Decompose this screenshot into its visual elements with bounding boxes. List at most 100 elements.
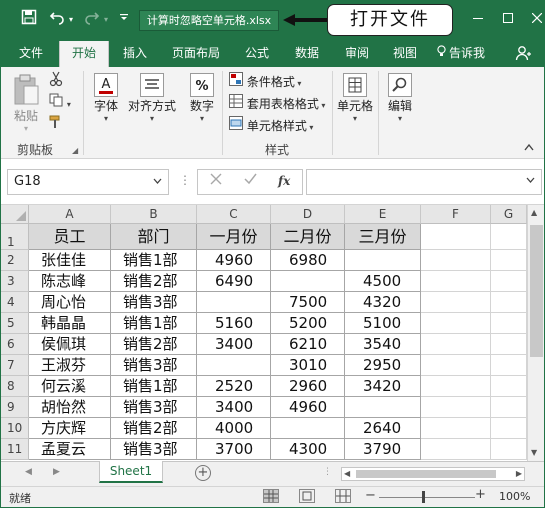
row-header-9[interactable]: 9: [1, 397, 29, 418]
table-cell[interactable]: 销售3部: [111, 439, 197, 460]
cell[interactable]: [421, 224, 491, 250]
table-cell[interactable]: 销售2部: [111, 418, 197, 439]
zoom-out-icon[interactable]: −: [365, 488, 376, 503]
table-header-cell[interactable]: 部门: [111, 224, 197, 250]
cell[interactable]: [421, 418, 491, 439]
table-cell[interactable]: 销售3部: [111, 292, 197, 313]
insert-function-icon[interactable]: fx: [278, 174, 290, 188]
table-cell[interactable]: 4500: [345, 271, 421, 292]
cell[interactable]: [491, 418, 527, 439]
column-header-g[interactable]: G: [491, 205, 527, 224]
table-cell[interactable]: 孟夏云: [29, 439, 111, 460]
table-header-cell[interactable]: 二月份: [271, 224, 345, 250]
zoom-slider[interactable]: [379, 497, 475, 498]
table-cell[interactable]: 3700: [197, 439, 271, 460]
minimize-button[interactable]: [463, 7, 493, 33]
cell[interactable]: [491, 334, 527, 355]
table-cell[interactable]: 3540: [345, 334, 421, 355]
table-cell[interactable]: 销售2部: [111, 334, 197, 355]
table-cell[interactable]: 2520: [197, 376, 271, 397]
scroll-down-icon[interactable]: ▼: [531, 448, 537, 457]
table-cell[interactable]: 3400: [197, 397, 271, 418]
cell-styles-button[interactable]: 单元格样式 ▾: [229, 116, 313, 136]
paste-button[interactable]: 粘贴 ▾: [9, 73, 43, 133]
table-cell[interactable]: 王淑芬: [29, 355, 111, 376]
table-cell[interactable]: 胡怡然: [29, 397, 111, 418]
resize-grip-icon[interactable]: ⋮: [179, 173, 191, 187]
cells-button[interactable]: 单元格 ▾: [335, 73, 375, 123]
formula-input[interactable]: [306, 169, 542, 195]
table-cell[interactable]: 销售2部: [111, 271, 197, 292]
table-cell[interactable]: 4000: [197, 418, 271, 439]
cancel-icon[interactable]: [210, 173, 222, 189]
row-header-3[interactable]: 3: [1, 271, 29, 292]
tab-view[interactable]: 视图: [383, 39, 427, 67]
zoom-in-icon[interactable]: +: [475, 487, 486, 502]
table-cell[interactable]: [197, 355, 271, 376]
scroll-up-icon[interactable]: ▲: [531, 208, 537, 217]
table-cell[interactable]: [197, 292, 271, 313]
tab-split-icon[interactable]: ⋮: [323, 467, 332, 477]
cell[interactable]: [421, 334, 491, 355]
table-cell[interactable]: 销售1部: [111, 313, 197, 334]
horizontal-scrollbar[interactable]: ◀ ▶: [341, 467, 525, 481]
table-header-cell[interactable]: 三月份: [345, 224, 421, 250]
prev-sheet-icon[interactable]: ◀: [25, 467, 32, 477]
save-icon[interactable]: [21, 9, 37, 31]
undo-icon[interactable]: [49, 9, 65, 31]
table-cell[interactable]: 3400: [197, 334, 271, 355]
table-cell[interactable]: 4300: [271, 439, 345, 460]
cell[interactable]: [421, 292, 491, 313]
row-header-6[interactable]: 6: [1, 334, 29, 355]
redo-dropdown-icon[interactable]: ▾: [102, 9, 110, 31]
table-cell[interactable]: 销售1部: [111, 376, 197, 397]
add-sheet-icon[interactable]: +: [195, 465, 211, 481]
table-cell[interactable]: 侯佩琪: [29, 334, 111, 355]
table-cell[interactable]: 方庆辉: [29, 418, 111, 439]
column-header-b[interactable]: B: [111, 205, 197, 224]
name-box[interactable]: G18: [7, 169, 169, 195]
table-cell[interactable]: 4320: [345, 292, 421, 313]
expand-formula-icon[interactable]: [526, 176, 535, 186]
cell[interactable]: [491, 250, 527, 271]
table-cell[interactable]: 5160: [197, 313, 271, 334]
table-cell[interactable]: 3420: [345, 376, 421, 397]
row-header-11[interactable]: 11: [1, 439, 29, 460]
table-cell[interactable]: [345, 397, 421, 418]
enter-icon[interactable]: [244, 173, 257, 189]
table-header-cell[interactable]: 员工: [29, 224, 111, 250]
column-header-a[interactable]: A: [29, 205, 111, 224]
close-button[interactable]: [522, 7, 544, 33]
table-cell[interactable]: 6210: [271, 334, 345, 355]
row-header-10[interactable]: 10: [1, 418, 29, 439]
next-sheet-icon[interactable]: ▶: [53, 467, 60, 477]
normal-view-icon[interactable]: [263, 489, 279, 503]
select-all-button[interactable]: [1, 205, 29, 224]
vertical-scroll-thumb[interactable]: [530, 225, 543, 357]
row-header-4[interactable]: 4: [1, 292, 29, 313]
cell[interactable]: [491, 397, 527, 418]
tab-file[interactable]: 文件: [7, 39, 55, 67]
row-header-2[interactable]: 2: [1, 250, 29, 271]
table-cell[interactable]: 6490: [197, 271, 271, 292]
table-cell[interactable]: 销售1部: [111, 250, 197, 271]
table-cell[interactable]: [345, 250, 421, 271]
worksheet-grid[interactable]: ▲ ▼ A B C D E F G 1 员工 部门 一月份 二月份 三月份 2 张佳佳 销售1部 4960 698…: [1, 205, 544, 461]
zoom-slider-thumb[interactable]: [422, 491, 425, 503]
clipboard-launcher-icon[interactable]: ◢: [72, 146, 78, 155]
format-as-table-button[interactable]: 套用表格格式 ▾: [229, 94, 325, 114]
tab-review[interactable]: 审阅: [335, 39, 379, 67]
table-cell[interactable]: 3790: [345, 439, 421, 460]
table-cell[interactable]: 4960: [197, 250, 271, 271]
table-cell[interactable]: [271, 271, 345, 292]
undo-dropdown-icon[interactable]: ▾: [67, 9, 75, 31]
table-cell[interactable]: 周心怡: [29, 292, 111, 313]
copy-button[interactable]: ▾: [49, 93, 71, 113]
row-header-7[interactable]: 7: [1, 355, 29, 376]
row-header-8[interactable]: 8: [1, 376, 29, 397]
table-cell[interactable]: 销售3部: [111, 355, 197, 376]
zoom-level[interactable]: 100%: [499, 490, 530, 503]
table-cell[interactable]: 陈志峰: [29, 271, 111, 292]
table-cell[interactable]: 2640: [345, 418, 421, 439]
table-cell[interactable]: 2950: [345, 355, 421, 376]
